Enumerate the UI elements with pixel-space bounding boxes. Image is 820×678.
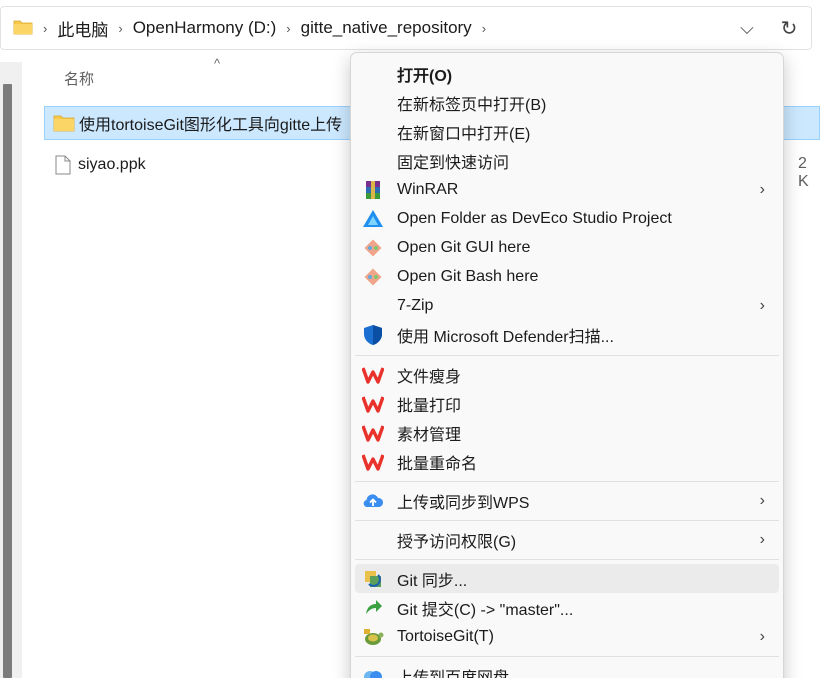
folder-icon bbox=[13, 19, 33, 35]
menu-item-label: 上传或同步到WPS bbox=[397, 494, 530, 512]
cloud-upload-icon bbox=[361, 489, 385, 513]
chevron-right-icon: › bbox=[759, 296, 765, 314]
menu-item-defender-scan[interactable]: 使用 Microsoft Defender扫描... bbox=[355, 320, 779, 349]
breadcrumb-separator[interactable]: › bbox=[482, 21, 486, 36]
column-header-name[interactable]: 名称 bbox=[64, 68, 94, 89]
menu-item-tortoisegit[interactable]: TortoiseGit(T) › bbox=[355, 622, 779, 651]
breadcrumb-separator: › bbox=[118, 20, 123, 36]
document-icon bbox=[48, 155, 78, 175]
menu-separator bbox=[355, 520, 779, 521]
menu-item-label: 上传到百度网盘 bbox=[397, 669, 510, 678]
menu-item-label: 打开(O) bbox=[397, 67, 453, 85]
menu-separator bbox=[355, 481, 779, 482]
git-bash-icon bbox=[361, 265, 385, 289]
chevron-right-icon: › bbox=[759, 180, 765, 198]
winrar-icon bbox=[361, 178, 385, 202]
address-bar[interactable]: › 此电脑 › OpenHarmony (D:) › gitte_native_… bbox=[0, 6, 812, 50]
menu-separator bbox=[355, 355, 779, 356]
chevron-right-icon: › bbox=[759, 491, 765, 509]
git-gui-icon bbox=[361, 236, 385, 260]
wps-icon bbox=[361, 450, 385, 474]
git-commit-icon bbox=[361, 596, 385, 620]
menu-item-grant-access[interactable]: 授予访问权限(G) › bbox=[355, 525, 779, 554]
menu-item-label: 使用 Microsoft Defender扫描... bbox=[397, 328, 614, 346]
menu-item-label: 在新标签页中打开(B) bbox=[397, 96, 547, 114]
menu-item-label: Open Folder as DevEco Studio Project bbox=[397, 209, 672, 227]
menu-item-label: Open Git Bash here bbox=[397, 267, 539, 285]
menu-item-7zip[interactable]: 7-Zip › bbox=[355, 291, 779, 320]
menu-item-label: 文件瘦身 bbox=[397, 368, 462, 386]
menu-item-batch-rename[interactable]: 批量重命名 bbox=[355, 447, 779, 476]
tortoisegit-icon bbox=[361, 625, 385, 649]
breadcrumb-drive[interactable]: OpenHarmony (D:) bbox=[133, 18, 277, 38]
menu-item-pin-quick-access[interactable]: 固定到快速访问 bbox=[355, 146, 779, 175]
menu-item-label: WinRAR bbox=[397, 180, 459, 198]
menu-item-label: 在新窗口中打开(E) bbox=[397, 125, 531, 143]
menu-item-git-sync[interactable]: Git 同步... bbox=[355, 564, 779, 593]
menu-item-upload-wps[interactable]: 上传或同步到WPS › bbox=[355, 486, 779, 515]
breadcrumb-this-pc[interactable]: 此电脑 bbox=[57, 16, 108, 41]
menu-item-asset-manage[interactable]: 素材管理 bbox=[355, 418, 779, 447]
menu-item-label: Git 提交(C) -> "master"... bbox=[397, 601, 574, 619]
menu-separator bbox=[355, 656, 779, 657]
menu-item-label: Git 同步... bbox=[397, 572, 468, 590]
defender-shield-icon bbox=[361, 323, 385, 347]
chevron-down-icon[interactable]: ⌵ bbox=[727, 18, 767, 39]
menu-item-winrar[interactable]: WinRAR › bbox=[355, 175, 779, 204]
baidu-netdisk-icon bbox=[361, 664, 385, 678]
file-size: 2 K bbox=[798, 155, 809, 190]
menu-item-label: 7-Zip bbox=[397, 296, 434, 314]
menu-item-baidu-netdisk[interactable]: 上传到百度网盘 bbox=[355, 661, 779, 678]
sort-ascending-icon: ^ bbox=[214, 56, 221, 71]
breadcrumb-separator: › bbox=[43, 20, 48, 36]
context-menu: 打开(O) 在新标签页中打开(B) 在新窗口中打开(E) 固定到快速访问 Win… bbox=[350, 52, 784, 678]
menu-item-label: 固定到快速访问 bbox=[397, 154, 510, 172]
menu-item-git-commit[interactable]: Git 提交(C) -> "master"... bbox=[355, 593, 779, 622]
wps-icon bbox=[361, 421, 385, 445]
chevron-right-icon: › bbox=[759, 627, 765, 645]
menu-item-git-gui[interactable]: Open Git GUI here bbox=[355, 233, 779, 262]
menu-item-git-bash[interactable]: Open Git Bash here bbox=[355, 262, 779, 291]
wps-icon bbox=[361, 392, 385, 416]
menu-item-label: Open Git GUI here bbox=[397, 238, 531, 256]
menu-item-open[interactable]: 打开(O) bbox=[355, 59, 779, 88]
menu-item-label: 授予访问权限(G) bbox=[397, 533, 517, 551]
folder-icon bbox=[49, 114, 79, 132]
menu-item-open-new-window[interactable]: 在新窗口中打开(E) bbox=[355, 117, 779, 146]
git-sync-icon bbox=[361, 567, 385, 591]
wps-icon bbox=[361, 363, 385, 387]
menu-item-label: 批量重命名 bbox=[397, 455, 478, 473]
breadcrumb: › 此电脑 › OpenHarmony (D:) › gitte_native_… bbox=[39, 7, 496, 49]
menu-separator bbox=[355, 559, 779, 560]
menu-item-label: 批量打印 bbox=[397, 397, 462, 415]
menu-item-file-slim[interactable]: 文件瘦身 bbox=[355, 360, 779, 389]
deveco-icon bbox=[361, 207, 385, 231]
breadcrumb-repository[interactable]: gitte_native_repository bbox=[301, 18, 472, 38]
menu-item-label: 素材管理 bbox=[397, 426, 462, 444]
chevron-right-icon: › bbox=[759, 530, 765, 548]
menu-item-deveco-project[interactable]: Open Folder as DevEco Studio Project bbox=[355, 204, 779, 233]
navigation-pane-scrollbar[interactable] bbox=[3, 84, 12, 678]
menu-item-label: TortoiseGit(T) bbox=[397, 627, 494, 645]
file-name: siyao.ppk bbox=[78, 156, 146, 173]
menu-item-open-new-tab[interactable]: 在新标签页中打开(B) bbox=[355, 88, 779, 117]
file-name: 使用tortoiseGit图形化工具向gitte上传 bbox=[79, 117, 343, 134]
refresh-icon[interactable]: ↻ bbox=[767, 16, 811, 41]
menu-item-batch-print[interactable]: 批量打印 bbox=[355, 389, 779, 418]
breadcrumb-separator: › bbox=[286, 20, 291, 36]
